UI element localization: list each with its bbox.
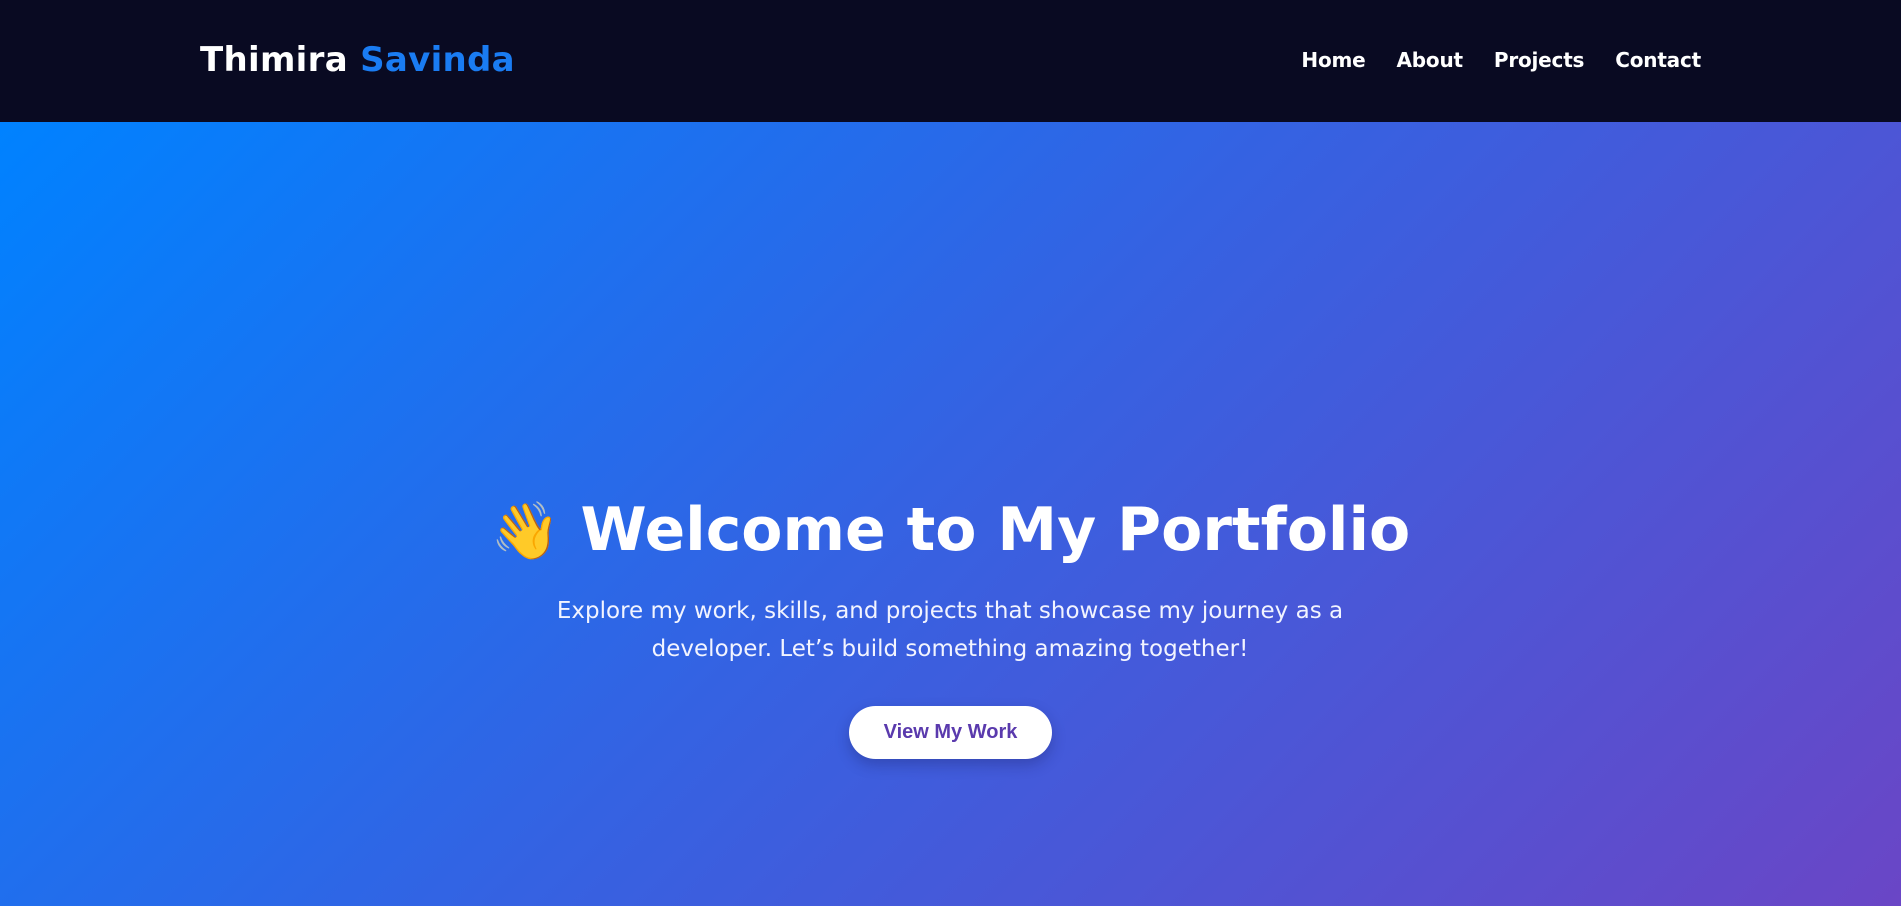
nav-link-contact[interactable]: Contact [1615, 48, 1701, 72]
brand-logo[interactable]: Thimira Savinda [200, 40, 515, 80]
view-my-work-button[interactable]: View My Work [849, 706, 1052, 759]
nav-link-projects[interactable]: Projects [1494, 48, 1585, 72]
brand-last-name: Savinda [360, 40, 515, 80]
hero-title: 👋 Welcome to My Portfolio [0, 495, 1901, 565]
hero-subtitle: Explore my work, skills, and projects th… [556, 598, 1344, 662]
navbar: Thimira Savinda Home About Projects Cont… [0, 0, 1901, 122]
waving-hand-icon: 👋 [490, 499, 561, 564]
brand-first-name: Thimira [200, 40, 348, 80]
nav-menu: Home About Projects Contact [1301, 48, 1701, 72]
hero-title-text: Welcome to My Portfolio [580, 495, 1411, 565]
nav-link-about[interactable]: About [1397, 48, 1464, 72]
hero-section: 👋 Welcome to My Portfolio Explore my work… [0, 122, 1901, 906]
nav-link-home[interactable]: Home [1301, 48, 1365, 72]
